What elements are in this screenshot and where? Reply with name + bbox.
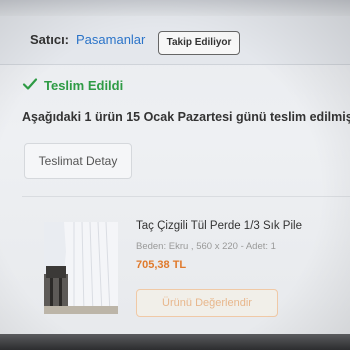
seller-name-link[interactable]: Pasamanlar (76, 32, 145, 47)
check-icon (22, 78, 38, 90)
delivery-message: Aşağıdaki 1 ürün 15 Ocak Pazartesi günü … (22, 110, 350, 124)
product-thumbnail[interactable] (44, 222, 118, 314)
product-meta: Beden: Ekru , 560 x 220 - Adet: 1 (136, 241, 276, 252)
order-detail-screen: Satıcı: Pasamanlar Takip Ediliyor Teslim… (0, 0, 350, 350)
seller-label: Satıcı: (30, 32, 70, 47)
top-strip (0, 0, 350, 16)
delivery-detail-button[interactable]: Teslimat Detay (24, 143, 132, 179)
review-product-button[interactable]: Ürünü Değerlendir (136, 289, 278, 317)
divider (22, 196, 350, 197)
monitor-bezel (0, 334, 350, 350)
product-price: 705,38 TL (136, 259, 187, 271)
status-text: Teslim Edildi (44, 78, 124, 93)
follow-button[interactable]: Takip Ediliyor (158, 31, 240, 55)
product-name-link[interactable]: Taç Çizgili Tül Perde 1/3 Sık Pile (136, 220, 302, 232)
